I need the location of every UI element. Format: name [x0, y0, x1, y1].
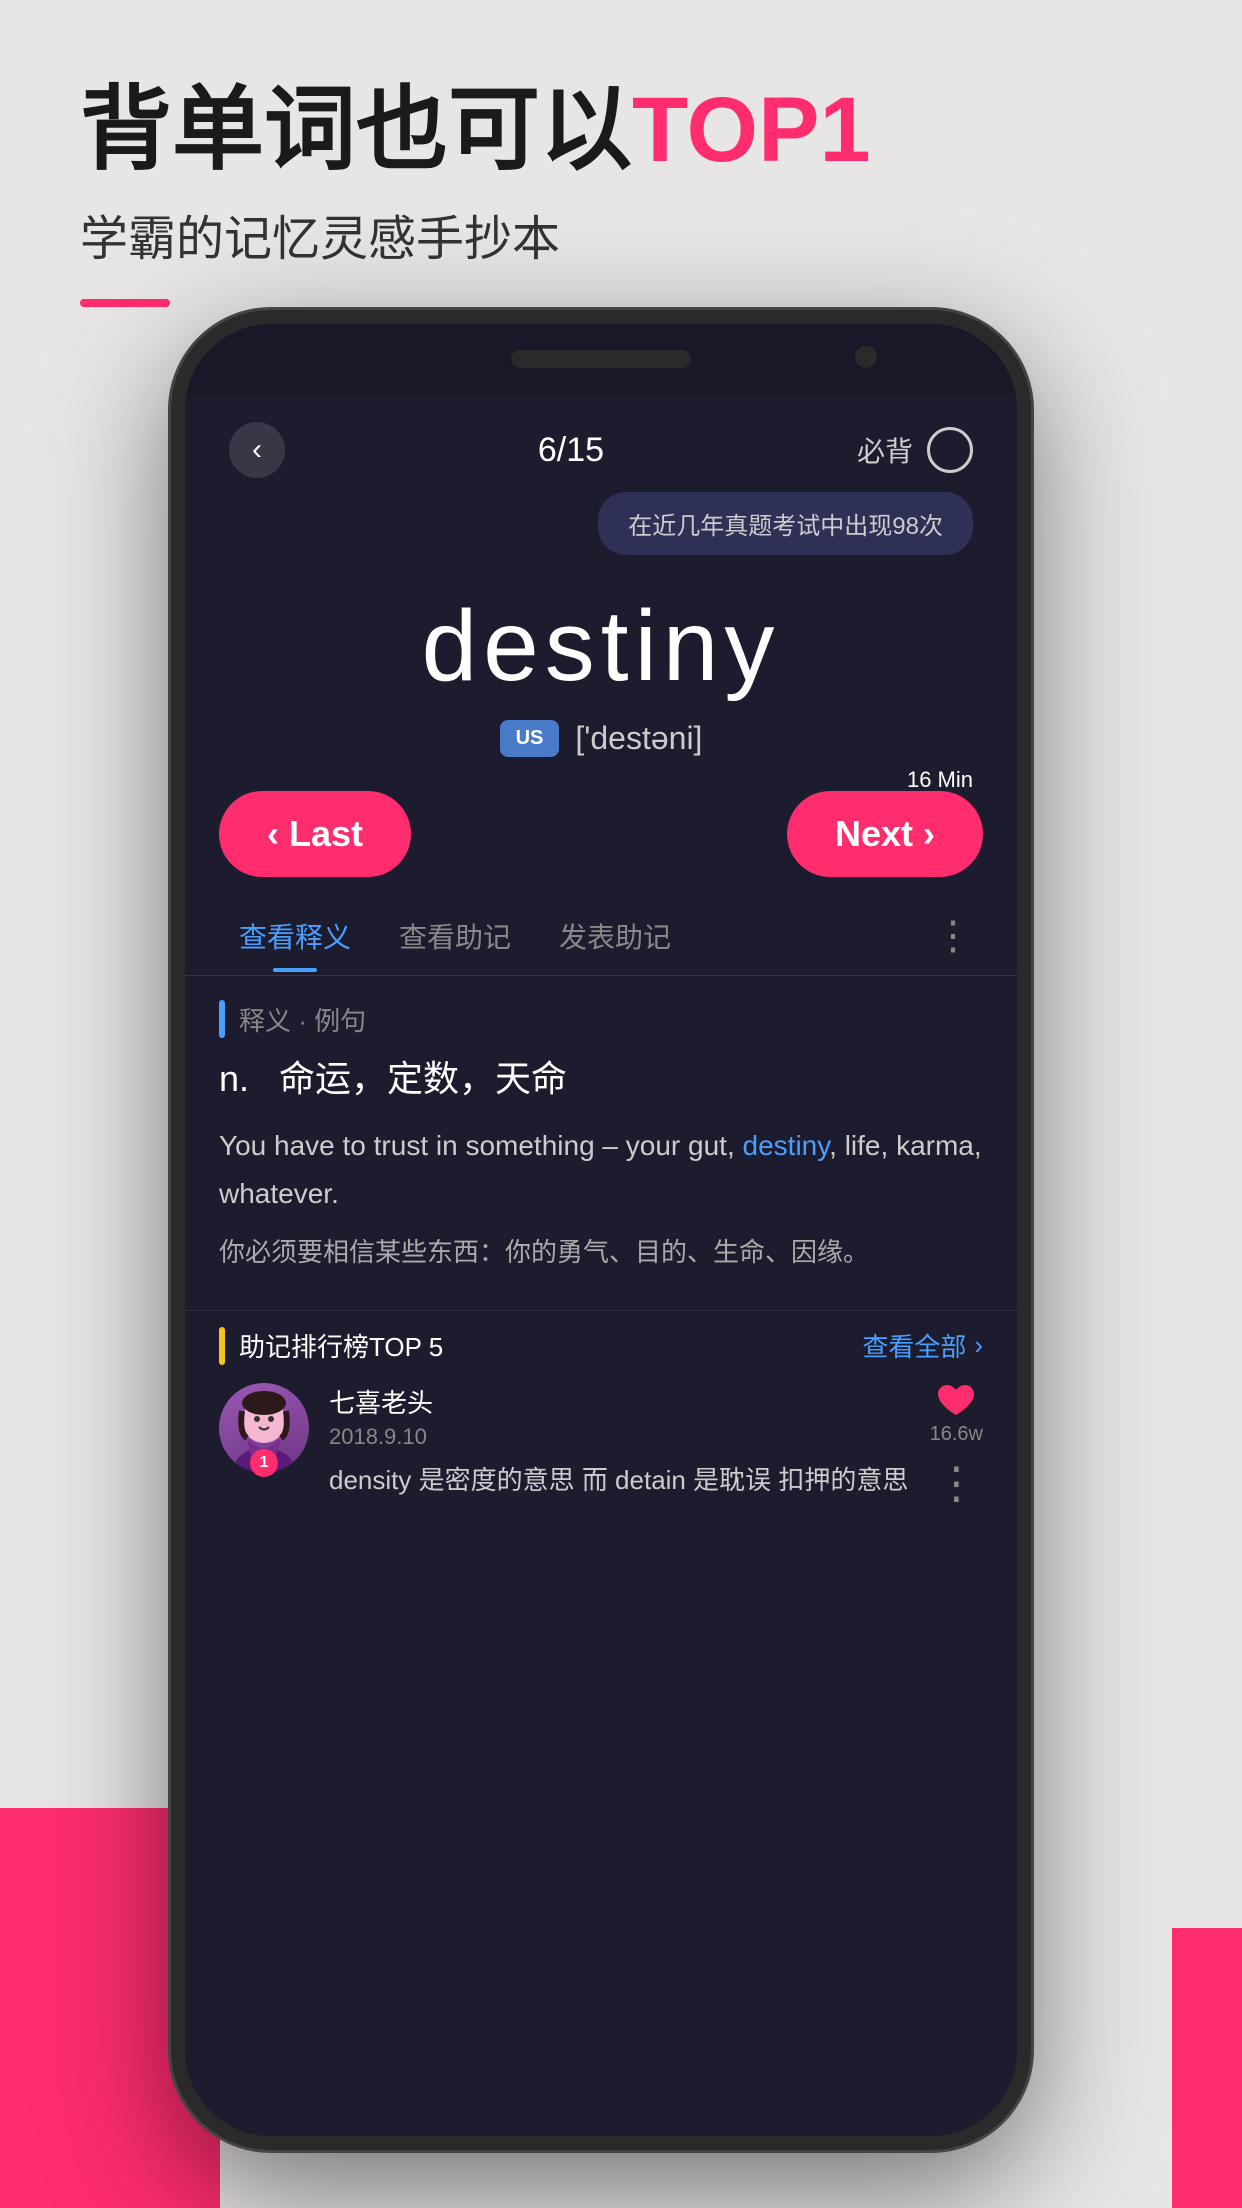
tab-definition[interactable]: 查看释义 [215, 900, 375, 972]
user-info: 七喜老头 2018.9.10 density 是密度的意思 而 detain 是… [329, 1383, 910, 1502]
mute-button [173, 784, 181, 864]
definition-meaning: n. 命运，定数，天命 [219, 1054, 983, 1104]
phonetic-text: ['destəni] [575, 720, 702, 757]
example-word-highlight: destiny [743, 1130, 830, 1161]
volume-down-button [173, 644, 181, 754]
underline-decoration [80, 299, 170, 307]
see-all-chevron: › [974, 1330, 983, 1361]
card-actions: 16.6w ⋮ [930, 1383, 983, 1506]
mnemonic-header: 助记排行榜TOP 5 查看全部 › [219, 1327, 983, 1365]
rank-badge: 1 [250, 1449, 278, 1477]
phone-wrapper: ‹ 6/15 必背 在近几年真题考试中出现98次 destiny US ['de… [171, 310, 1071, 2150]
page-subtitle: 学霸的记忆灵感手抄本 [80, 199, 1162, 269]
mnemonic-title-row: 助记排行榜TOP 5 [219, 1327, 443, 1365]
user-name: 七喜老头 [329, 1383, 910, 1420]
power-button [1021, 624, 1029, 744]
example-english: You have to trust in something – your gu… [219, 1122, 983, 1217]
heart-button[interactable]: 16.6w [930, 1383, 983, 1446]
screen-header: ‹ 6/15 必背 [185, 394, 1017, 488]
tooltip-bubble: 在近几年真题考试中出现98次 [598, 492, 973, 555]
definition-label-row: 释义 · 例句 [219, 1000, 983, 1038]
tooltip-wrapper: 在近几年真题考试中出现98次 [185, 488, 1017, 569]
see-all-label: 查看全部 [862, 1327, 966, 1364]
back-button[interactable]: ‹ [229, 422, 285, 478]
tooltip-text: 在近几年真题考试中出现98次 [628, 513, 943, 540]
mnemonic-section: 助记排行榜TOP 5 查看全部 › [185, 1310, 1017, 1522]
volume-up-button [173, 544, 181, 614]
phone-camera [855, 346, 877, 368]
user-content: density 是密度的意思 而 detain 是耽误 扣押的意思 [329, 1460, 910, 1502]
example-chinese: 你必须要相信某些东西：你的勇气、目的、生命、因缘。 [219, 1230, 983, 1274]
mnemonic-section-bar [219, 1327, 225, 1365]
meaning-text: 命运，定数，天命 [279, 1058, 567, 1099]
mnemonic-user-card: 1 七喜老头 2018.9.10 density 是密度的意思 而 detain… [219, 1383, 983, 1506]
bookmark-circle[interactable] [927, 427, 973, 473]
tab-bar: 查看释义 查看助记 发表助记 ⋮ [185, 897, 1017, 976]
phone-speaker [511, 350, 691, 368]
time-label: 16 Min [907, 767, 973, 793]
title-text: 背单词也可以 [80, 79, 632, 181]
definition-section-label: 释义 · 例句 [239, 1001, 366, 1038]
next-button[interactable]: Next › [787, 791, 983, 877]
page-title: 背单词也可以TOP1 [80, 80, 1162, 181]
more-button[interactable]: ⋮ [934, 1462, 978, 1506]
bookmark-label: 必背 [857, 430, 913, 470]
word-section: destiny US ['destəni] [185, 569, 1017, 767]
tab-more-icon[interactable]: ⋮ [919, 897, 987, 975]
title-highlight: TOP1 [632, 79, 871, 181]
definition-section-bar [219, 1000, 225, 1038]
us-badge: US [500, 720, 560, 757]
pronunciation-row: US ['destəni] [225, 720, 977, 757]
definition-section: 释义 · 例句 n. 命运，定数，天命 You have to trust in… [185, 976, 1017, 1310]
pink-accent-right [1172, 1928, 1242, 2208]
word-display: destiny [225, 589, 977, 704]
like-count: 16.6w [930, 1423, 983, 1446]
heart-icon [936, 1383, 976, 1419]
last-button[interactable]: ‹ Last [219, 791, 411, 877]
pos-label: n. [219, 1058, 249, 1099]
phone-screen: ‹ 6/15 必背 在近几年真题考试中出现98次 destiny US ['de… [185, 394, 1017, 2136]
phone-frame: ‹ 6/15 必背 在近几年真题考试中出现98次 destiny US ['de… [171, 310, 1031, 2150]
see-all-button[interactable]: 查看全部 › [862, 1327, 983, 1364]
tab-mnemonic-view[interactable]: 查看助记 [375, 900, 535, 972]
nav-buttons: 16 Min ‹ Last Next › [185, 767, 1017, 897]
tab-mnemonic-post[interactable]: 发表助记 [535, 900, 695, 972]
avatar-wrapper: 1 [219, 1383, 309, 1473]
progress-indicator: 6/15 [538, 431, 604, 470]
phone-top-bar [185, 324, 1017, 394]
bookmark-area: 必背 [857, 427, 973, 473]
mnemonic-title: 助记排行榜TOP 5 [239, 1327, 443, 1364]
user-date: 2018.9.10 [329, 1424, 910, 1450]
example-en-before: You have to trust in something – your gu… [219, 1130, 743, 1161]
